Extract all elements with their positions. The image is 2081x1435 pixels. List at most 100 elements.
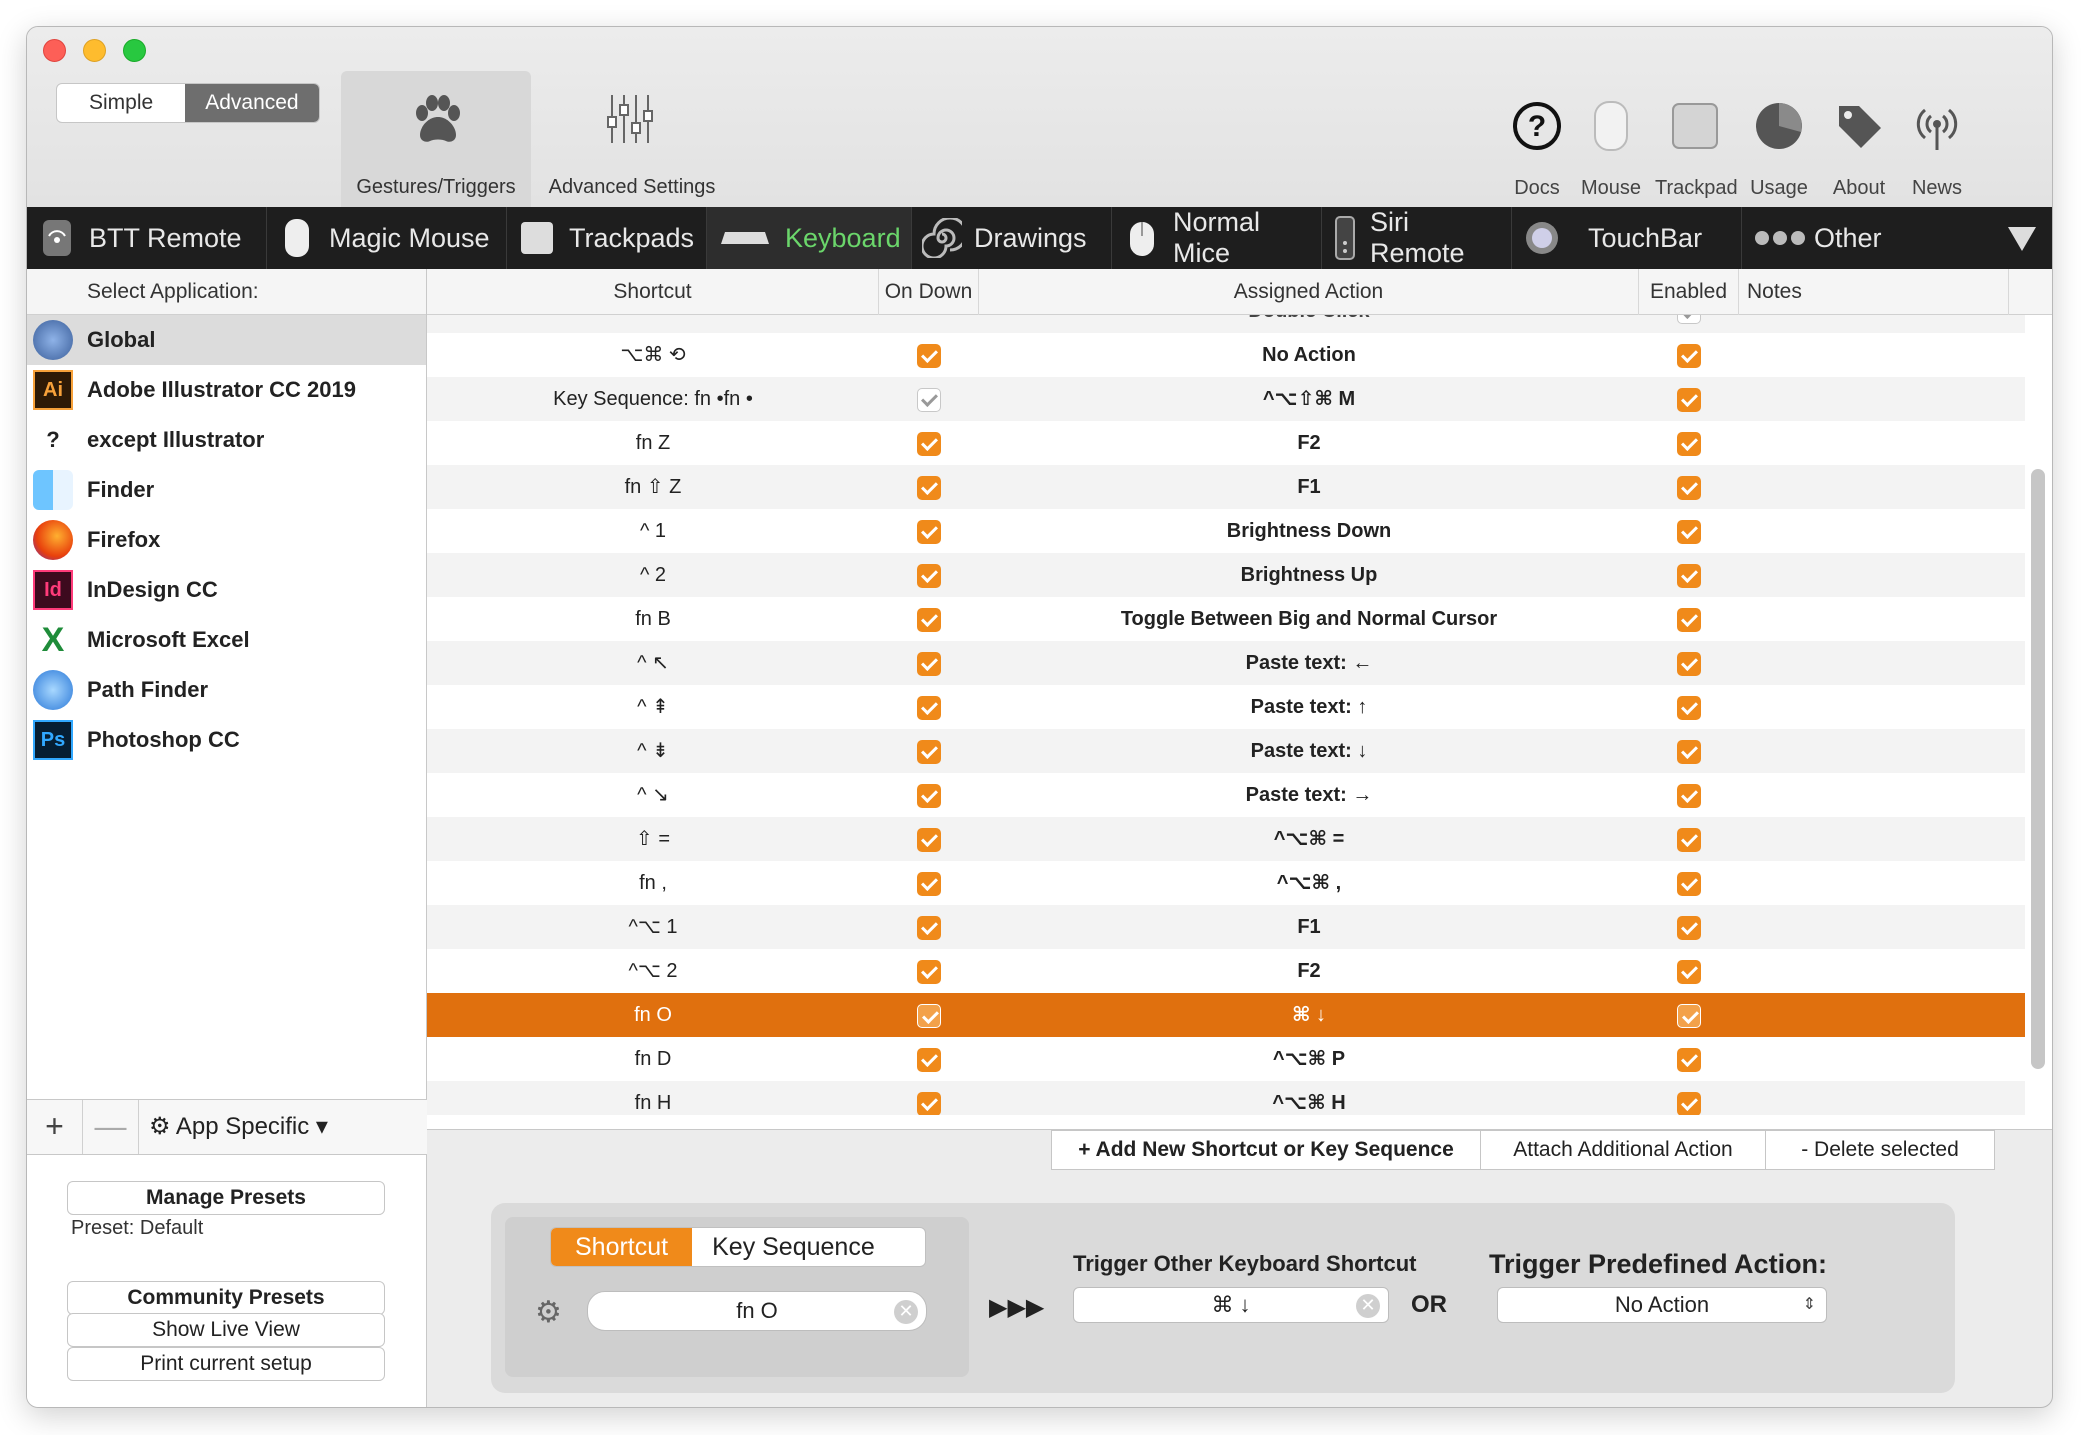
row-enabled-checkbox[interactable]	[1639, 1037, 1739, 1081]
row-enabled-checkbox[interactable]	[1639, 641, 1739, 685]
table-row[interactable]: ^ ↖ Paste text: ←	[427, 641, 2025, 685]
row-on-down-checkbox[interactable]	[879, 377, 979, 421]
row-enabled-checkbox[interactable]	[1639, 949, 1739, 993]
row-on-down-checkbox[interactable]	[879, 465, 979, 509]
tab-drawings[interactable]: Drawings	[912, 207, 1112, 269]
table-row[interactable]: fn H ^⌥⌘ H	[427, 1081, 2025, 1115]
shortcut-recorder-field[interactable]: fn O ✕	[587, 1291, 927, 1331]
row-on-down-checkbox[interactable]	[879, 773, 979, 817]
app-list-item[interactable]: Finder	[27, 465, 426, 515]
table-row[interactable]: ^ ⇞ Paste text: ↑	[427, 685, 2025, 729]
app-list-item[interactable]: ? except Illustrator	[27, 415, 426, 465]
row-on-down-checkbox[interactable]	[879, 993, 979, 1037]
row-on-down-checkbox[interactable]	[879, 333, 979, 377]
row-enabled-checkbox[interactable]	[1639, 315, 1739, 333]
key-sequence-type-button[interactable]: Key Sequence	[692, 1228, 895, 1266]
table-row[interactable]: ^ ↘ Paste text: →	[427, 773, 2025, 817]
app-list-item[interactable]: Firefox	[27, 515, 426, 565]
row-enabled-checkbox[interactable]	[1639, 553, 1739, 597]
row-enabled-checkbox[interactable]	[1639, 861, 1739, 905]
row-on-down-checkbox[interactable]	[879, 949, 979, 993]
row-on-down-checkbox[interactable]	[879, 729, 979, 773]
col-shortcut[interactable]: Shortcut	[427, 269, 879, 315]
predefined-action-select[interactable]: No Action ⇕	[1497, 1287, 1827, 1323]
table-row[interactable]: fn B Toggle Between Big and Normal Cursor	[427, 597, 2025, 641]
remove-app-button[interactable]: —	[83, 1100, 139, 1154]
zoom-button[interactable]	[123, 39, 146, 62]
table-row[interactable]: Key Sequence: fn •fn • ^⌥⇧⌘ M	[427, 377, 2025, 421]
table-row[interactable]: fn O ⌘ ↓	[427, 993, 2025, 1037]
gear-icon[interactable]: ⚙	[535, 1295, 562, 1330]
tab-btt-remote[interactable]: BTT Remote	[27, 207, 267, 269]
app-list-item[interactable]: Ps Photoshop CC	[27, 715, 426, 765]
row-on-down-checkbox[interactable]	[879, 861, 979, 905]
community-presets-button[interactable]: Community Presets	[67, 1281, 385, 1315]
row-enabled-checkbox[interactable]	[1639, 377, 1739, 421]
table-row[interactable]: ^⌥ 1 F1	[427, 905, 2025, 949]
table-row[interactable]: ⇧ = ^⌥⌘ =	[427, 817, 2025, 861]
row-on-down-checkbox[interactable]	[879, 553, 979, 597]
close-button[interactable]	[43, 39, 66, 62]
clear-shortcut-icon[interactable]: ✕	[894, 1300, 918, 1324]
table-row[interactable]: ^⌥ 2 F2	[427, 949, 2025, 993]
row-enabled-checkbox[interactable]	[1639, 773, 1739, 817]
row-on-down-checkbox[interactable]	[879, 597, 979, 641]
app-specific-dropdown[interactable]: ⚙ App Specific ▾	[139, 1100, 328, 1154]
app-list-item[interactable]: Global	[27, 315, 426, 365]
print-setup-button[interactable]: Print current setup	[67, 1347, 385, 1381]
table-row[interactable]: ^ 2 Brightness Up	[427, 553, 2025, 597]
row-on-down-checkbox[interactable]	[879, 421, 979, 465]
tab-keyboard[interactable]: Keyboard	[707, 207, 912, 269]
table-row[interactable]: fn , ^⌥⌘ ,	[427, 861, 2025, 905]
tab-gestures-triggers[interactable]: Gestures/Triggers	[341, 71, 531, 207]
tab-touchbar[interactable]: TouchBar	[1512, 207, 1742, 269]
row-enabled-checkbox[interactable]	[1639, 993, 1739, 1037]
table-row[interactable]: ^ 1 Brightness Down	[427, 509, 2025, 553]
row-on-down-checkbox[interactable]	[879, 641, 979, 685]
app-list-item[interactable]: Path Finder	[27, 665, 426, 715]
table-row[interactable]: ⌥⌘ ⟲ No Action	[427, 333, 2025, 377]
usage-button[interactable]: Usage	[1739, 97, 1819, 200]
add-shortcut-button[interactable]: + Add New Shortcut or Key Sequence	[1051, 1130, 1481, 1170]
news-button[interactable]: News	[1897, 97, 1977, 200]
tab-advanced-settings[interactable]: Advanced Settings	[537, 71, 727, 207]
col-enabled[interactable]: Enabled	[1639, 269, 1739, 315]
row-enabled-checkbox[interactable]	[1639, 421, 1739, 465]
table-row-partial[interactable]: Double Click	[427, 315, 2025, 333]
table-row[interactable]: fn ⇧ Z F1	[427, 465, 2025, 509]
show-live-view-button[interactable]: Show Live View	[67, 1313, 385, 1347]
tab-normal-mice[interactable]: Normal Mice	[1112, 207, 1322, 269]
table-row[interactable]: fn Z F2	[427, 421, 2025, 465]
mode-simple-button[interactable]: Simple	[57, 84, 185, 122]
attach-action-button[interactable]: Attach Additional Action	[1480, 1130, 1766, 1170]
more-tabs-dropdown[interactable]	[1992, 207, 2052, 269]
row-enabled-checkbox[interactable]	[1639, 333, 1739, 377]
delete-selected-button[interactable]: - Delete selected	[1765, 1130, 1995, 1170]
row-on-down-checkbox[interactable]	[879, 817, 979, 861]
col-on-down[interactable]: On Down	[879, 269, 979, 315]
row-enabled-checkbox[interactable]	[1639, 729, 1739, 773]
row-on-down-checkbox[interactable]	[879, 685, 979, 729]
row-enabled-checkbox[interactable]	[1639, 1081, 1739, 1115]
row-on-down-checkbox[interactable]	[879, 509, 979, 553]
table-row[interactable]: ^ ⇟ Paste text: ↓	[427, 729, 2025, 773]
row-on-down-checkbox[interactable]	[879, 905, 979, 949]
row-enabled-checkbox[interactable]	[1639, 509, 1739, 553]
row-enabled-checkbox[interactable]	[1639, 817, 1739, 861]
tab-siri-remote[interactable]: Siri Remote	[1322, 207, 1512, 269]
about-button[interactable]: About	[1819, 97, 1899, 200]
table-row[interactable]: fn D ^⌥⌘ P	[427, 1037, 2025, 1081]
add-app-button[interactable]: +	[27, 1100, 83, 1154]
minimize-button[interactable]	[83, 39, 106, 62]
tab-trackpads[interactable]: Trackpads	[507, 207, 707, 269]
app-list-item[interactable]: Id InDesign CC	[27, 565, 426, 615]
row-on-down-checkbox[interactable]	[879, 1037, 979, 1081]
tab-magic-mouse[interactable]: Magic Mouse	[267, 207, 507, 269]
row-enabled-checkbox[interactable]	[1639, 597, 1739, 641]
docs-button[interactable]: ? Docs	[1497, 97, 1577, 200]
row-on-down-checkbox[interactable]	[879, 1081, 979, 1115]
trackpad-button[interactable]: Trackpad	[1655, 97, 1738, 200]
col-notes[interactable]: Notes	[1739, 269, 2009, 315]
row-enabled-checkbox[interactable]	[1639, 905, 1739, 949]
table-scrollbar[interactable]	[2031, 469, 2045, 1069]
